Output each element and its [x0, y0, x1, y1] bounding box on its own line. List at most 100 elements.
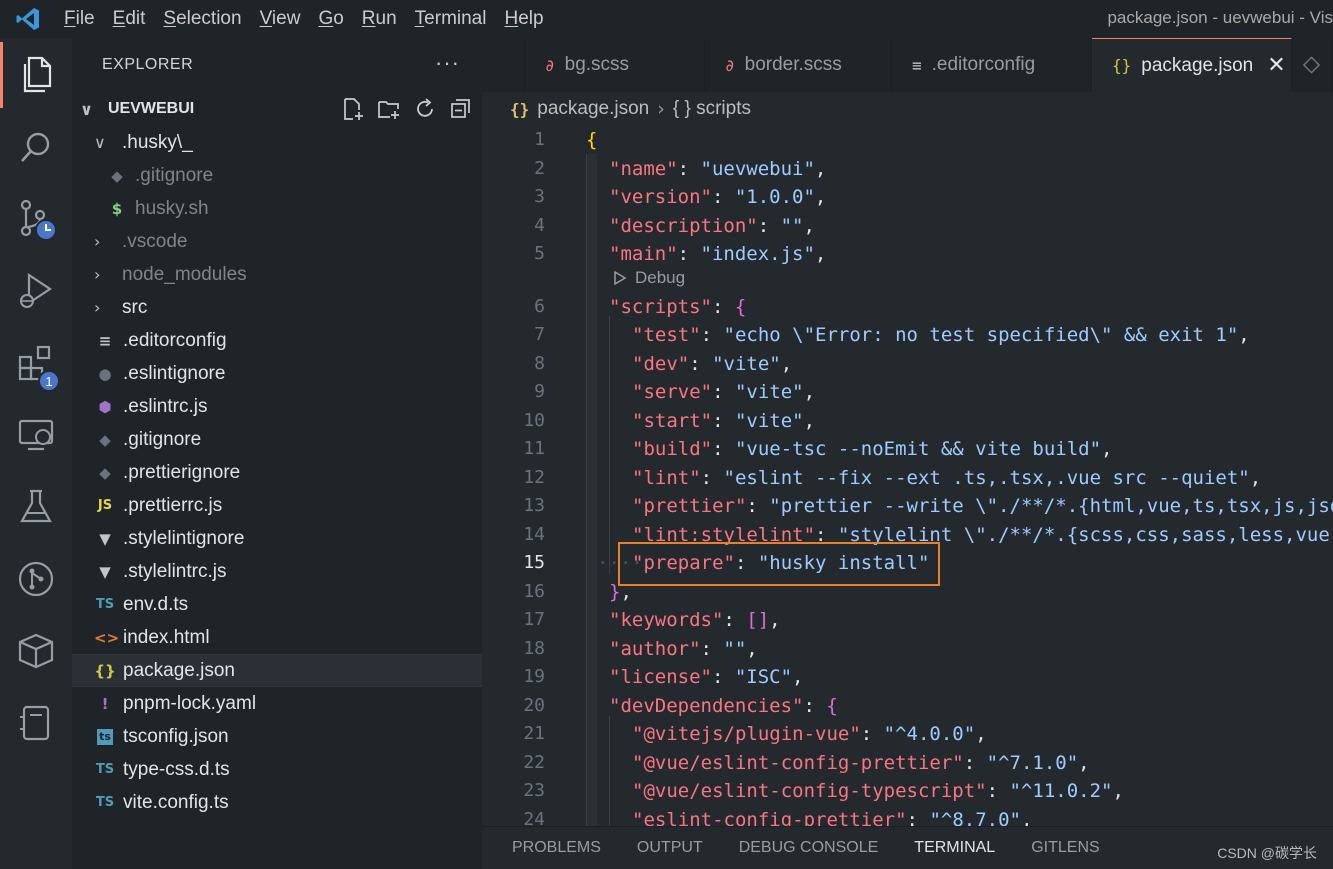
code-token: :: [711, 186, 735, 208]
line-number: 12: [523, 466, 545, 488]
breadcrumb-node[interactable]: { } scripts: [673, 98, 751, 120]
tree-item[interactable]: ▼ .stylelintignore: [72, 522, 482, 555]
tab-bg-scss[interactable]: ∂ bg.scss: [525, 38, 705, 92]
tree-item[interactable]: › node_modules: [72, 258, 482, 291]
menu-label-rest: dit: [125, 8, 146, 29]
menu-label-rest: o: [333, 8, 344, 29]
code-token: :: [860, 723, 884, 745]
code-token: :: [700, 324, 724, 346]
tab-border-scss[interactable]: ∂ border.scss: [705, 38, 892, 92]
panel-tab-gitlens[interactable]: GITLENS: [1031, 839, 1099, 857]
menu-run[interactable]: Run: [354, 0, 407, 38]
testing-icon[interactable]: [0, 474, 72, 540]
code-editor[interactable]: 1{2 "name": "uevwebui", 3 "version": "1.0.0…: [482, 126, 1333, 826]
code-token: "devDependencies": [609, 694, 804, 717]
tab-overflow-right-icon[interactable]: [1292, 38, 1332, 92]
more-actions-icon[interactable]: ···: [435, 50, 460, 76]
collapse-all-icon[interactable]: [448, 96, 474, 122]
code-token: ,: [1078, 751, 1090, 774]
new-folder-icon[interactable]: [376, 96, 402, 122]
code-line: 1{: [482, 126, 1333, 155]
panel-tab-terminal[interactable]: TERMINAL: [914, 839, 995, 857]
panel-tab-debug-console[interactable]: DEBUG CONSOLE: [739, 839, 879, 857]
code-text: "name": "uevwebui",: [609, 155, 826, 184]
code-token: ,: [803, 381, 816, 403]
tree-item[interactable]: JS .prettierrc.js: [72, 489, 482, 522]
code-token: ,: [792, 666, 804, 688]
tree-item-label: .eslintrc.js: [123, 395, 208, 417]
code-token: "index.js": [700, 243, 815, 265]
tree-item[interactable]: ts tsconfig.json: [72, 720, 482, 753]
panel-tab-output[interactable]: OUTPUT: [637, 839, 703, 857]
tree-item[interactable]: › .vscode: [72, 225, 482, 258]
section-actions: [340, 96, 474, 122]
search-icon[interactable]: [0, 114, 72, 180]
codelens-debug[interactable]: Debug: [482, 266, 1333, 290]
tree-item[interactable]: <> index.html: [72, 621, 482, 654]
tree-item[interactable]: ● .eslintignore: [72, 357, 482, 390]
tree-item-label: package.json: [123, 659, 235, 681]
tree-item[interactable]: $ husky.sh: [72, 192, 482, 225]
line-number: 15: [523, 552, 545, 573]
menu-edit[interactable]: Edit: [105, 0, 156, 38]
file-type-icon: ≡: [98, 331, 112, 350]
code-text: "build": "vue-tsc --noEmit && vite build…: [632, 435, 1112, 464]
code-token: {: [586, 129, 598, 151]
code-token: "eslint --fix --ext .ts,.tsx,.vue src --…: [723, 466, 1250, 489]
code-text: "@vue/eslint-config-prettier": "^7.1.0",: [632, 749, 1090, 778]
code-token: "@vitejs/plugin-vue": [632, 723, 861, 745]
refresh-icon[interactable]: [412, 96, 438, 122]
code-line: 6 "scripts": {: [482, 293, 1333, 322]
notebook-icon[interactable]: [0, 690, 72, 756]
breadcrumb-file[interactable]: package.json: [537, 98, 649, 120]
new-file-icon[interactable]: [340, 96, 366, 122]
run-debug-icon[interactable]: [0, 258, 72, 324]
workspace-section-header[interactable]: ∨ UEVWEBUI: [72, 92, 482, 126]
tree-item[interactable]: ◆ .prettierignore: [72, 456, 482, 489]
close-icon[interactable]: ✕: [1267, 53, 1285, 78]
git-graph-icon[interactable]: [0, 546, 72, 612]
menu-file[interactable]: File: [56, 0, 105, 38]
chevron-down-icon: ∨: [94, 133, 106, 152]
menu-selection[interactable]: Selection: [155, 0, 251, 38]
line-number: 4: [534, 214, 545, 236]
extensions-icon[interactable]: 1: [0, 330, 72, 396]
tree-item[interactable]: ∨ .husky\_: [72, 126, 482, 159]
tree-item[interactable]: ◆ .gitignore: [72, 159, 482, 192]
tree-item[interactable]: ! pnpm-lock.yaml: [72, 687, 482, 720]
tree-item[interactable]: ≡ .editorconfig: [72, 324, 482, 357]
tree-item[interactable]: › src: [72, 291, 482, 324]
file-type-icon: ◆: [111, 166, 123, 185]
tree-item[interactable]: TS env.d.ts: [72, 588, 482, 621]
highlight-box: [618, 542, 940, 586]
code-token: []: [746, 609, 770, 631]
menu-go[interactable]: Go: [310, 0, 353, 38]
menu-help[interactable]: Help: [496, 0, 553, 38]
tree-item[interactable]: ⬢ .eslintrc.js: [72, 390, 482, 423]
chevron-right-icon: ›: [94, 232, 101, 251]
code-token: "test": [632, 324, 701, 346]
tree-item[interactable]: ▼ .stylelintrc.js: [72, 555, 482, 588]
panel-tab-problems[interactable]: PROBLEMS: [512, 839, 601, 857]
remote-explorer-icon[interactable]: [0, 402, 72, 468]
tree-item[interactable]: TS vite.config.ts: [72, 786, 482, 819]
menu-terminal[interactable]: Terminal: [407, 0, 497, 38]
code-token: ,: [1020, 808, 1033, 827]
file-type-icon: TS: [95, 597, 115, 612]
menu-view[interactable]: View: [252, 0, 311, 38]
package-icon[interactable]: [0, 618, 72, 684]
tree-item[interactable]: {} package.json: [72, 654, 482, 687]
tab-file-icon: {}: [1112, 56, 1132, 75]
tree-item[interactable]: ◆ .gitignore: [72, 423, 482, 456]
tab-label: bg.scss: [564, 54, 630, 75]
tree-item[interactable]: TS type-css.d.ts: [72, 753, 482, 786]
tab-package-json[interactable]: {} package.json ✕: [1092, 38, 1292, 92]
code-token: "main": [609, 243, 678, 265]
tab-editorconfig[interactable]: ≡ .editorconfig: [892, 38, 1092, 92]
code-token: "^11.0.2": [1009, 780, 1113, 802]
line-number: 22: [523, 751, 545, 773]
code-token: "ISC": [734, 666, 793, 688]
source-control-icon[interactable]: [0, 186, 72, 252]
line-number: 17: [523, 609, 545, 630]
explorer-icon[interactable]: [0, 42, 72, 108]
